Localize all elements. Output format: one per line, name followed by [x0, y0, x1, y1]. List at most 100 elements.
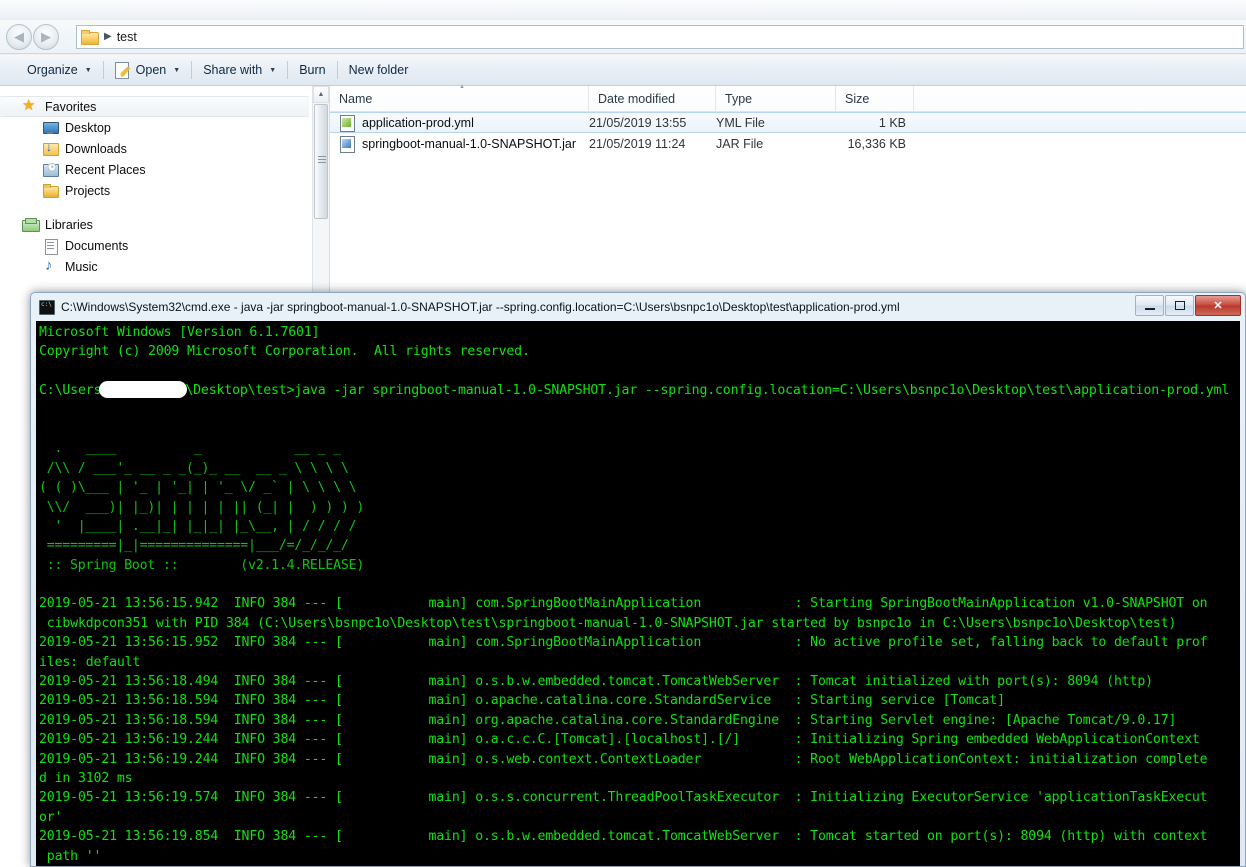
recent-places-icon [42, 162, 59, 178]
sidebar-item-projects[interactable]: Projects [0, 180, 329, 201]
breadcrumb-current-folder[interactable]: test [117, 30, 137, 44]
terminal-line: Microsoft Windows [Version 6.1.7601] [39, 325, 320, 340]
forward-button[interactable]: ▶ [33, 23, 59, 50]
navigation-buttons: ◀ ▶ [0, 23, 74, 50]
yml-file-icon [338, 114, 356, 132]
toolbar-new-folder-button[interactable]: New folder [340, 58, 418, 82]
screen: ◀ ▶ ▶ test Organize ▼ Open ▼ Share with … [0, 0, 1246, 867]
toolbar-open-label: Open [135, 63, 167, 77]
toolbar-open-button[interactable]: Open ▼ [106, 58, 190, 82]
toolbar-divider [191, 61, 193, 79]
toolbar-organize-button[interactable]: Organize ▼ [18, 58, 101, 82]
terminal-line: ( ( )\___ | '_ | '_| | '_ \/ _` | \ \ \ … [39, 480, 357, 496]
sidebar-item-documents[interactable]: Documents [0, 235, 329, 256]
file-size-cell: 1 KB [878, 115, 906, 130]
terminal-line: /\\ / ___'_ __ _ _(_)_ __ __ _ \ \ \ \ [39, 460, 349, 476]
sidebar-item-label: Desktop [65, 120, 111, 135]
file-date-cell: 21/05/2019 13:55 [589, 115, 687, 130]
sidebar-item-music[interactable]: Music [0, 256, 329, 277]
table-row[interactable]: application-prod.yml 21/05/2019 13:55 YM… [330, 112, 1246, 133]
terminal-line: 2019-05-21 13:56:18.594 INFO 384 --- [ m… [39, 712, 1177, 728]
scroll-up-icon[interactable]: ▲ [313, 86, 329, 103]
terminal-line: or' [39, 809, 63, 825]
file-name-cell: springboot-manual-1.0-SNAPSHOT.jar [330, 135, 589, 153]
libraries-icon [22, 217, 40, 233]
column-header-date-modified[interactable]: Date modified [589, 86, 716, 111]
history-dropdown-icon[interactable] [60, 24, 74, 50]
sidebar-item-libraries[interactable]: Libraries [0, 214, 329, 235]
terminal-line: =========|_|==============|___/=/_/_/_/ [39, 538, 349, 554]
toolbar-burn-button[interactable]: Burn [290, 58, 334, 82]
redacted-username [99, 381, 188, 399]
toolbar-divider [287, 61, 289, 79]
toolbar-new-folder-label: New folder [348, 63, 409, 77]
cmd-icon [39, 299, 55, 315]
terminal-line: 2019-05-21 13:56:19.244 INFO 384 --- [ m… [39, 751, 1208, 767]
command-prompt-window: C:\Windows\System32\cmd.exe - java -jar … [30, 292, 1246, 867]
terminal-line: . ____ _ __ _ _ [39, 441, 341, 457]
terminal-line: cibwkdpcon351 with PID 384 (C:\Users\bsn… [39, 615, 1177, 631]
terminal-line: path '' [39, 848, 102, 864]
file-type-cell: JAR File [716, 136, 764, 151]
address-bar-row: ◀ ▶ ▶ test [0, 20, 1246, 54]
terminal-line: Copyright (c) 2009 Microsoft Corporation… [39, 344, 530, 360]
cmd-title-text: C:\Windows\System32\cmd.exe - java -jar … [61, 300, 900, 314]
sidebar-item-label: Music [65, 259, 98, 274]
terminal-line: ' |____| .__|_| |_|_| |_\__, | / / / / [39, 518, 357, 534]
file-name-label: application-prod.yml [362, 115, 474, 130]
terminal-line: 2019-05-21 13:56:15.952 INFO 384 --- [ m… [39, 635, 1208, 651]
terminal-output[interactable]: Microsoft Windows [Version 6.1.7601] Copy… [36, 321, 1240, 866]
back-button[interactable]: ◀ [6, 23, 32, 50]
table-row[interactable]: springboot-manual-1.0-SNAPSHOT.jar 21/05… [330, 133, 1246, 154]
file-list-header: Name Date modified Type Size [330, 84, 1246, 112]
terminal-line: 2019-05-21 13:56:19.854 INFO 384 --- [ m… [39, 829, 1208, 845]
terminal-line: iles: default [39, 654, 141, 670]
window-controls: ✕ [1134, 295, 1241, 316]
desktop-icon [42, 120, 59, 136]
toolbar-share-with-button[interactable]: Share with ▼ [194, 58, 285, 82]
explorer-titlebar [0, 0, 1246, 20]
sidebar-item-label: Libraries [45, 217, 93, 232]
minimize-button[interactable] [1135, 295, 1164, 316]
column-header-type[interactable]: Type [716, 86, 836, 111]
sidebar-item-recent-places[interactable]: Recent Places [0, 159, 329, 180]
column-header-label: Date modified [598, 91, 676, 106]
column-header-label: Size [845, 91, 870, 106]
explorer-toolbar: Organize ▼ Open ▼ Share with ▼ Burn New … [0, 55, 1246, 86]
terminal-line: :: Spring Boot :: (v2.1.4.RELEASE) [39, 557, 365, 573]
open-file-icon [114, 62, 131, 79]
sidebar-item-label: Favorites [45, 99, 97, 114]
sidebar-item-desktop[interactable]: Desktop [0, 117, 329, 138]
close-button[interactable]: ✕ [1195, 295, 1241, 316]
chevron-down-icon: ▼ [84, 66, 92, 74]
toolbar-divider [336, 61, 338, 79]
sidebar-item-label: Projects [65, 183, 111, 198]
breadcrumb-separator-icon: ▶ [104, 31, 112, 42]
downloads-icon [42, 140, 59, 157]
star-icon [22, 96, 39, 115]
terminal-line: 2019-05-21 13:56:15.942 INFO 384 --- [ m… [39, 596, 1208, 612]
terminal-line: \\/ ___)| |_)| | | | | || (_| | ) ) ) ) [39, 499, 365, 515]
sidebar-item-downloads[interactable]: Downloads [0, 138, 329, 159]
address-bar[interactable]: ▶ test [76, 24, 1244, 49]
toolbar-divider [102, 61, 104, 79]
cmd-titlebar[interactable]: C:\Windows\System32\cmd.exe - java -jar … [31, 293, 1245, 321]
toolbar-share-with-label: Share with [203, 63, 263, 77]
scrollbar-thumb[interactable] [314, 104, 328, 219]
terminal-line: 2019-05-21 13:56:19.244 INFO 384 --- [ m… [39, 732, 1200, 748]
file-date-cell: 21/05/2019 11:24 [589, 136, 686, 151]
column-header-name[interactable]: Name [330, 84, 589, 111]
column-header-label: Name [339, 91, 373, 106]
sidebar-item-favorites[interactable]: Favorites [0, 96, 309, 117]
maximize-button[interactable] [1165, 295, 1194, 316]
toolbar-organize-label: Organize [27, 63, 78, 77]
terminal-line: 2019-05-21 13:56:19.574 INFO 384 --- [ m… [39, 790, 1208, 806]
folder-icon [42, 183, 59, 199]
column-header-size[interactable]: Size [836, 86, 914, 111]
sidebar-item-label: Recent Places [65, 162, 146, 177]
terminal-line: 2019-05-21 13:56:18.594 INFO 384 --- [ m… [39, 693, 1005, 709]
